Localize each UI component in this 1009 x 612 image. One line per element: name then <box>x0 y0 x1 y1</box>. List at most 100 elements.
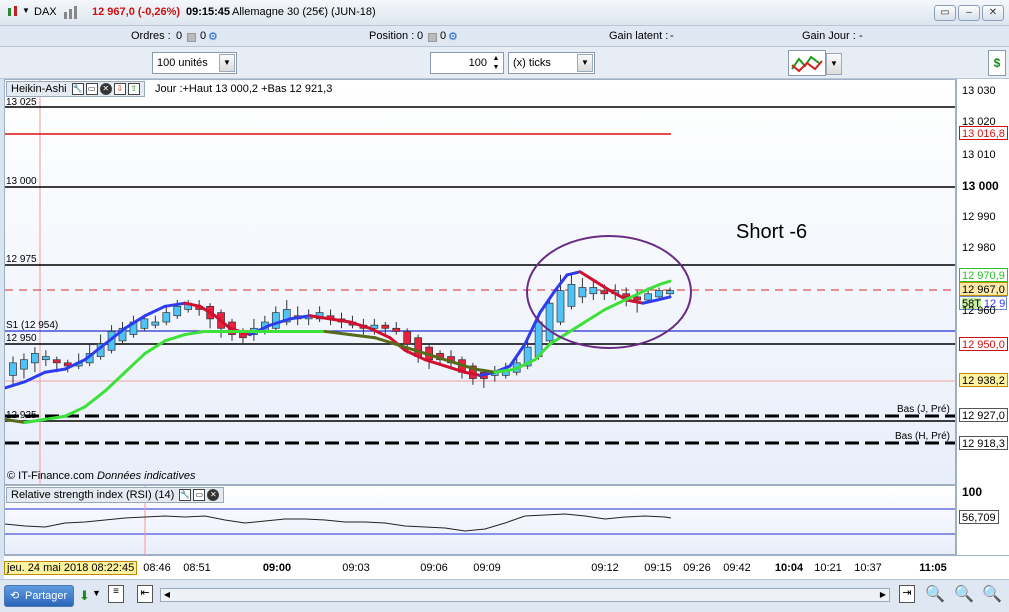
scroll-end-icon[interactable]: ⇥ <box>899 585 915 603</box>
slow-moving-average <box>473 367 497 374</box>
x-tick: 09:03 <box>342 562 370 574</box>
rsi-title: Relative strength index (RSI) (14) <box>11 489 175 501</box>
candle-bearish <box>622 293 631 298</box>
fast-moving-average <box>5 380 27 390</box>
level-label-12925: 12 925 <box>6 410 37 421</box>
y-tick: 13 000 <box>962 179 999 193</box>
candle-bullish <box>567 283 576 307</box>
units-select[interactable]: 100 unités ▼ <box>152 52 237 74</box>
zoom-out-icon[interactable]: 🔍 <box>954 584 974 604</box>
rsi-axis: 100 56,709 <box>956 485 1009 555</box>
day-gain-label: Gain Jour : <box>802 30 856 42</box>
position-sub: 0 <box>440 30 447 42</box>
candle-bearish <box>600 290 609 295</box>
window-icon[interactable]: ▭ <box>85 83 98 96</box>
wrench-icon[interactable]: 🔧 <box>179 489 192 502</box>
chevron-down-icon[interactable]: ▼ <box>22 6 30 15</box>
share-icon: ⟲ <box>10 590 20 602</box>
position-label: Position : <box>369 30 415 42</box>
chevron-down-icon[interactable]: ▼ <box>826 53 842 75</box>
slow-moving-average <box>163 333 187 343</box>
zoom-fit-icon[interactable]: 🔍 <box>925 584 945 604</box>
candle-bullish <box>578 287 587 298</box>
fast-moving-average <box>625 298 645 305</box>
order-toolbar: 100 unités ▼ 100 ▲ ▼ (x) ticks ▼ ▼ $ <box>0 47 1009 79</box>
chevron-down-icon[interactable]: ▼ <box>219 54 235 72</box>
ticks-select[interactable]: (x) ticks ▼ <box>508 52 595 74</box>
notes-icon[interactable]: ≡ <box>108 585 124 603</box>
copyright: © IT-Finance.com Données indicatives <box>7 470 196 482</box>
slow-moving-average <box>103 370 127 393</box>
rsi-axis-top: 100 <box>962 485 983 499</box>
orders-sub: 0 <box>200 30 207 42</box>
price-axis: 13 030 13 020 13 016,8 13 010 13 000 12 … <box>956 79 1009 485</box>
slow-moving-average <box>123 351 147 374</box>
price-change: 12 967,0 (-0,26%) <box>92 6 181 18</box>
price-tag-12950: 12 950,0 <box>959 337 1008 351</box>
latent-gain-label: Gain latent : <box>609 30 669 42</box>
arrow-up-icon[interactable]: ⇧ <box>127 83 140 96</box>
time-scrollbar[interactable]: ◀ ▶ <box>160 588 890 602</box>
units-select-value: 100 unités <box>157 57 208 69</box>
candle-bullish <box>666 290 674 295</box>
rsi-panel[interactable]: Relative strength index (RSI) (14) 🔧 ▭ ✕ <box>4 485 956 556</box>
latent-gain-value: - <box>670 30 674 42</box>
ticks-select-value: (x) ticks <box>513 57 551 69</box>
candle-bullish <box>9 362 17 376</box>
zoom-in-icon[interactable]: 🔍 <box>982 584 1002 604</box>
chevron-down-icon[interactable]: ▼ <box>92 588 101 598</box>
quantity-stepper[interactable]: 100 ▲ ▼ <box>430 52 504 74</box>
candle-bearish <box>403 331 412 345</box>
time-axis[interactable]: jeu. 24 mai 2018 08:22:45 08:46 08:51 09… <box>4 555 1009 579</box>
position-value: 0 <box>417 30 424 42</box>
download-icon[interactable]: ⬇ <box>79 588 90 604</box>
indicator-name: Heikin-Ashi <box>11 83 67 95</box>
candle-bullish <box>20 359 28 370</box>
low-prev-day-label: Bas (J, Pré) <box>897 404 950 415</box>
cancel-orders-icon[interactable] <box>185 31 196 43</box>
fast-moving-average <box>43 367 67 374</box>
account-info-bar: Ordres : 0 0 ⚙ Position : 0 0 ⚙ Gain lat… <box>0 26 1009 47</box>
day-gain-value: - <box>859 30 863 42</box>
window-icon[interactable]: ▭ <box>193 489 206 502</box>
scroll-start-icon[interactable]: ⇤ <box>137 585 153 603</box>
stepper-arrows-icon[interactable]: ▲ ▼ <box>490 54 502 72</box>
slow-moving-average <box>348 333 377 340</box>
clock-time: 09:15:45 <box>186 6 231 18</box>
slow-moving-average <box>323 329 352 337</box>
orders-gear-icon[interactable]: ⚙ <box>208 30 218 43</box>
level-label-12950: 12 950 <box>6 333 37 344</box>
close-icon[interactable]: ✕ <box>982 5 1004 21</box>
candle-bearish <box>633 296 642 301</box>
scroll-right-icon[interactable]: ▶ <box>877 589 889 601</box>
position-gear-icon[interactable]: ⚙ <box>448 30 458 43</box>
time-axis-start: jeu. 24 mai 2018 08:22:45 <box>4 561 138 575</box>
wrench-icon[interactable]: 🔧 <box>71 83 84 96</box>
price-tag-current: 12 967,0 <box>959 282 1008 296</box>
x-tick: 09:26 <box>683 562 711 574</box>
fast-moving-average <box>593 279 612 293</box>
restore-icon[interactable]: ▭ <box>934 5 956 21</box>
close-icon[interactable]: ✕ <box>99 83 112 96</box>
y-tick: 12 980 <box>962 242 996 254</box>
x-tick: 10:21 <box>814 562 842 574</box>
arrow-down-icon[interactable]: ⇩ <box>113 83 126 96</box>
candle-bullish <box>41 356 50 361</box>
x-tick: 10:04 <box>774 562 804 574</box>
symbol-label[interactable]: DAX <box>34 6 57 18</box>
price-chart[interactable]: Heikin-Ashi 🔧 ▭ ✕ ⇩ ⇧ Jour :+Haut 13 000,2 +… <box>4 79 956 486</box>
chevron-down-icon[interactable]: ▼ <box>577 54 593 72</box>
candle-bullish <box>140 318 149 329</box>
minimize-icon[interactable]: – <box>958 5 980 21</box>
orderbook-icon[interactable]: $ <box>988 50 1006 76</box>
share-button[interactable]: ⟲ Partager <box>4 585 74 607</box>
scroll-left-icon[interactable]: ◀ <box>161 589 173 601</box>
candles-icon <box>6 5 20 22</box>
slow-moving-average <box>603 298 627 311</box>
rsi-line <box>5 513 672 532</box>
close-position-icon[interactable] <box>426 31 437 43</box>
strategy-chart-button[interactable] <box>788 50 826 76</box>
candle-bullish <box>655 290 663 298</box>
candle-bullish <box>556 290 565 323</box>
close-icon[interactable]: ✕ <box>207 489 220 502</box>
